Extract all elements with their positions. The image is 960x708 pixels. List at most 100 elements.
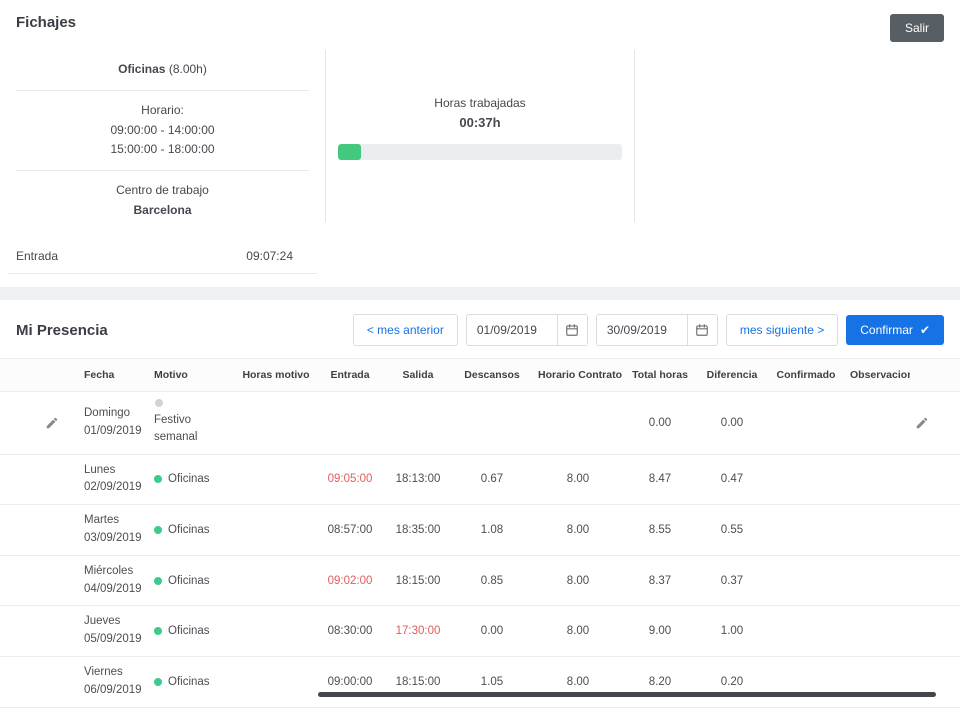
- entry-label: Entrada: [16, 249, 58, 263]
- diferencia-cell: 0.00: [696, 392, 768, 455]
- presencia-title: Mi Presencia: [16, 322, 108, 339]
- diferencia-cell: 0.55: [696, 505, 768, 556]
- edit-cell: [910, 505, 960, 556]
- edit-row-button[interactable]: [42, 413, 62, 433]
- table-row: Martes 03/09/2019 Oficinas 08:57:00 18:3…: [0, 505, 960, 556]
- fecha-cell: Domingo 01/09/2019: [64, 392, 144, 455]
- fichajes-body: Oficinas (8.00h) Horario: 09:00:00 - 14:…: [0, 50, 960, 274]
- afternoon-range: 15:00:00 - 18:00:00: [16, 140, 309, 160]
- edit-cell: [910, 555, 960, 606]
- confirmado-cell: [768, 657, 844, 708]
- schedule-name: Oficinas: [118, 62, 165, 76]
- calendar-icon: [565, 323, 579, 337]
- salida-cell: 18:15:00: [384, 555, 452, 606]
- fecha-cell: Viernes 06/09/2019: [64, 657, 144, 708]
- next-month-button[interactable]: mes siguiente >: [726, 314, 838, 346]
- descansos-cell: 0.67: [452, 454, 532, 505]
- worked-progress-bar: [338, 144, 622, 160]
- edit-cell: [0, 392, 64, 455]
- presencia-header: Mi Presencia < mes anterior 01/09/2019 3…: [0, 300, 960, 358]
- confirm-button-label: Confirmar: [860, 323, 913, 337]
- calendar-from-button[interactable]: [557, 315, 587, 345]
- edit-cell: [0, 454, 64, 505]
- motivo-cell: Oficinas: [144, 505, 236, 556]
- descansos-cell: 0.00: [452, 606, 532, 657]
- table-row: Viernes 06/09/2019 Oficinas 09:00:00 18:…: [0, 657, 960, 708]
- entrada-cell: 09:02:00: [316, 555, 384, 606]
- confirmado-cell: [768, 555, 844, 606]
- salida-cell: 18:15:00: [384, 657, 452, 708]
- confirmado-cell: [768, 454, 844, 505]
- total-horas-cell: 9.00: [624, 606, 696, 657]
- date-from-field: 01/09/2019: [466, 314, 588, 346]
- horas-motivo-cell: [236, 657, 316, 708]
- edit-observations-button[interactable]: [912, 413, 932, 433]
- header-horario-contrato: Horario Contrato: [532, 359, 624, 392]
- motivo-cell: Oficinas: [144, 555, 236, 606]
- horario-contrato-cell: 8.00: [532, 606, 624, 657]
- motivo-dot: [154, 475, 162, 483]
- motivo-dot: [154, 577, 162, 585]
- confirmado-cell: [768, 606, 844, 657]
- salida-cell: 18:13:00: [384, 454, 452, 505]
- header-edit-right: [910, 359, 960, 392]
- observaciones-cell: [844, 657, 910, 708]
- observaciones-cell: [844, 392, 910, 455]
- edit-cell: [0, 555, 64, 606]
- horas-motivo-cell: [236, 606, 316, 657]
- observaciones-cell: [844, 606, 910, 657]
- pencil-icon: [45, 416, 59, 430]
- diferencia-cell: 0.20: [696, 657, 768, 708]
- horario-contrato-cell: 8.00: [532, 555, 624, 606]
- header-diferencia: Diferencia: [696, 359, 768, 392]
- descansos-cell: [452, 392, 532, 455]
- confirmado-cell: [768, 392, 844, 455]
- calendar-icon: [695, 323, 709, 337]
- entrada-cell: 09:05:00: [316, 454, 384, 505]
- edit-cell: [0, 657, 64, 708]
- date-to-input[interactable]: 30/09/2019: [597, 315, 687, 345]
- header-salida: Salida: [384, 359, 452, 392]
- horizontal-scrollbar[interactable]: [318, 692, 936, 697]
- motivo-cell: Oficinas: [144, 606, 236, 657]
- center-label: Centro de trabajo: [16, 181, 309, 201]
- total-horas-cell: 8.55: [624, 505, 696, 556]
- descansos-cell: 1.05: [452, 657, 532, 708]
- observaciones-cell: [844, 505, 910, 556]
- mi-presencia-card: Mi Presencia < mes anterior 01/09/2019 3…: [0, 300, 960, 708]
- fecha-cell: Jueves 05/09/2019: [64, 606, 144, 657]
- schedule-name-block: Oficinas (8.00h): [16, 50, 309, 91]
- salir-button[interactable]: Salir: [890, 14, 944, 42]
- date-from-input[interactable]: 01/09/2019: [467, 315, 557, 345]
- fecha-cell: Miércoles 04/09/2019: [64, 555, 144, 606]
- morning-range: 09:00:00 - 14:00:00: [16, 121, 309, 141]
- total-horas-cell: 0.00: [624, 392, 696, 455]
- horas-motivo-cell: [236, 555, 316, 606]
- total-horas-cell: 8.20: [624, 657, 696, 708]
- horas-motivo-cell: [236, 454, 316, 505]
- calendar-to-button[interactable]: [687, 315, 717, 345]
- header-descansos: Descansos: [452, 359, 532, 392]
- date-to-field: 30/09/2019: [596, 314, 718, 346]
- confirm-button[interactable]: Confirmar ✔: [846, 315, 944, 345]
- schedule-times-block: Horario: 09:00:00 - 14:00:00 15:00:00 - …: [16, 91, 309, 171]
- entrada-cell: 08:57:00: [316, 505, 384, 556]
- fecha-cell: Martes 03/09/2019: [64, 505, 144, 556]
- horas-motivo-cell: [236, 505, 316, 556]
- horario-contrato-cell: 8.00: [532, 657, 624, 708]
- edit-cell: [0, 505, 64, 556]
- header-fecha: Fecha: [64, 359, 144, 392]
- descansos-cell: 0.85: [452, 555, 532, 606]
- observaciones-cell: [844, 454, 910, 505]
- fecha-cell: Lunes 02/09/2019: [64, 454, 144, 505]
- horario-label: Horario:: [16, 101, 309, 121]
- fichajes-title: Fichajes: [16, 14, 76, 31]
- presencia-table: Fecha Motivo Horas motivo Entrada Salida…: [0, 358, 960, 708]
- center-value: Barcelona: [16, 201, 309, 221]
- prev-month-button[interactable]: < mes anterior: [353, 314, 458, 346]
- worked-hours-column: Horas trabajadas 00:37h: [325, 50, 635, 222]
- motivo-dot: [154, 678, 162, 686]
- edit-cell: [910, 392, 960, 455]
- header-motivo: Motivo: [144, 359, 236, 392]
- schedule-column: Oficinas (8.00h) Horario: 09:00:00 - 14:…: [0, 50, 325, 274]
